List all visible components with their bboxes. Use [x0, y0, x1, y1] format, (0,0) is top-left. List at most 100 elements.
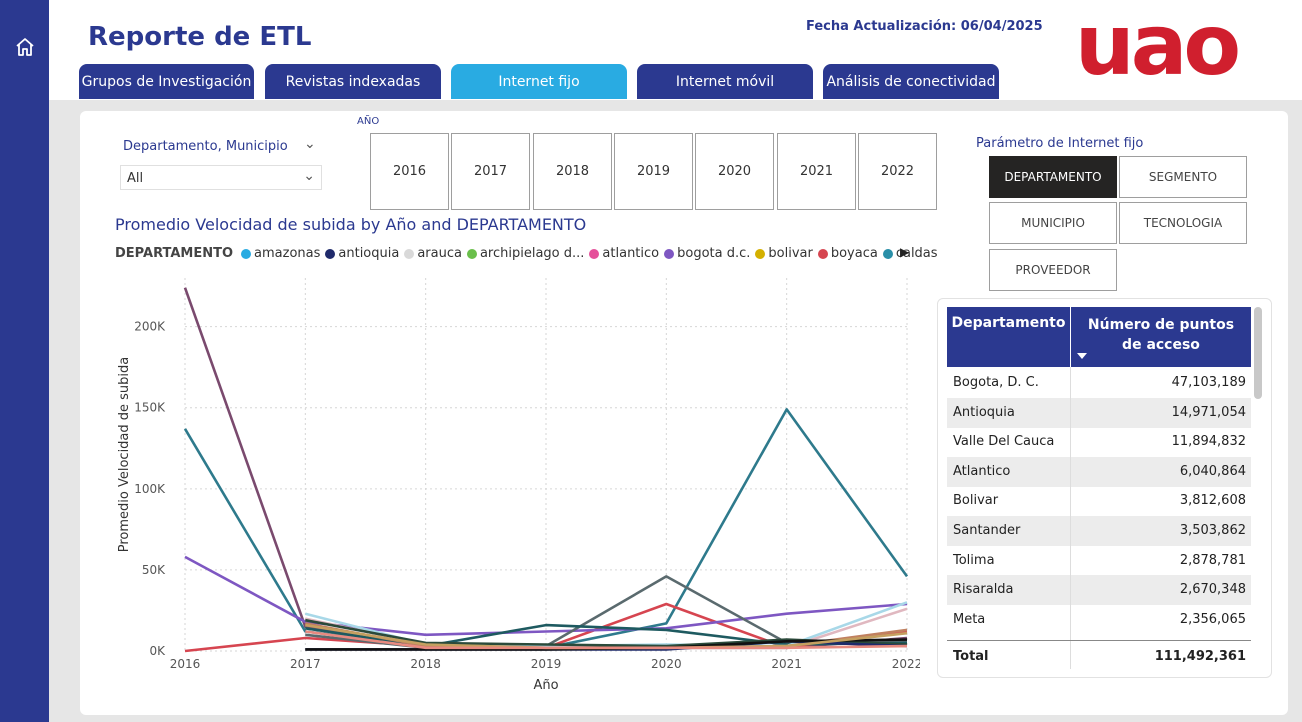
legend-dot-icon	[466, 248, 477, 259]
row-access-points: 11,894,832	[1171, 434, 1246, 450]
x-tick-label: 2018	[410, 657, 441, 671]
param-departamento-button[interactable]: DEPARTAMENTO	[989, 156, 1117, 198]
y-tick-label: 0K	[149, 644, 166, 658]
legend-dot-icon	[817, 248, 828, 259]
tab-analisis-conectividad[interactable]: Análisis de conectividad	[823, 64, 999, 99]
table-scrollbar[interactable]	[1254, 307, 1262, 399]
year-button-2021[interactable]: 2021	[777, 133, 856, 210]
department-filter-value: All	[127, 171, 144, 186]
total-value: 111,492,361	[1154, 649, 1246, 664]
legend-dot-icon	[589, 248, 600, 259]
home-icon[interactable]	[13, 35, 37, 59]
legend-item-label: boyaca	[830, 246, 878, 261]
row-department: Santander	[953, 523, 1021, 538]
year-button-2022[interactable]: 2022	[858, 133, 937, 210]
row-access-points: 3,812,608	[1179, 493, 1246, 509]
chart-legend: DEPARTAMENTO amazonas antioquia arauca arch…	[115, 246, 943, 261]
row-access-points: 2,878,781	[1179, 552, 1246, 568]
legend-item-label: bogota d.c.	[677, 246, 751, 261]
table-header-departamento[interactable]: Departamento	[947, 307, 1070, 367]
y-axis-title: Promedio Velocidad de subida	[117, 357, 132, 553]
legend-item[interactable]: bolivar	[755, 246, 813, 261]
param-proveedor-button[interactable]: PROVEEDOR	[989, 249, 1117, 291]
row-access-points: 2,670,348	[1179, 582, 1246, 598]
tab-internet-movil[interactable]: Internet móvil	[637, 64, 813, 99]
table-row[interactable]: Risaralda 2,670,348	[947, 575, 1251, 606]
legend-dot-icon	[882, 248, 893, 259]
year-button-2016[interactable]: 2016	[370, 133, 449, 210]
row-department: Bolivar	[953, 493, 999, 509]
legend-next-icon[interactable]: ▶	[900, 245, 909, 259]
year-button-2017[interactable]: 2017	[451, 133, 530, 210]
row-access-points: 2,356,065	[1179, 611, 1246, 627]
table-row[interactable]: Santander 3,503,862	[947, 516, 1251, 546]
row-department: Meta	[953, 611, 986, 627]
tab-revistas-indexadas[interactable]: Revistas indexadas	[265, 64, 441, 99]
x-axis-title: Año	[533, 678, 558, 693]
table-row[interactable]: Bogota, D. C. 47,103,189	[947, 368, 1251, 398]
year-button-2019[interactable]: 2019	[614, 133, 693, 210]
chart-title: Promedio Velocidad de subida by Año and …	[115, 215, 587, 234]
department-filter-label: Departamento, Municipio	[123, 139, 288, 154]
table-header-puntos[interactable]: Número de puntos de acceso	[1071, 307, 1251, 367]
legend-item-label: arauca	[417, 246, 462, 261]
legend-item[interactable]: boyaca	[817, 246, 878, 261]
row-department: Tolima	[953, 552, 995, 568]
uao-logo: uao	[1075, 6, 1242, 86]
table-column-divider	[1070, 367, 1071, 669]
row-department: Bogota, D. C.	[953, 375, 1039, 390]
legend-item-label: archipielago d...	[479, 246, 585, 261]
row-access-points: 3,503,862	[1179, 523, 1246, 538]
row-department: Valle Del Cauca	[953, 434, 1055, 450]
legend-item-label: bolivar	[768, 246, 813, 261]
year-button-2018[interactable]: 2018	[533, 133, 612, 210]
legend-item-label: amazonas	[254, 246, 321, 261]
row-department: Risaralda	[953, 582, 1014, 598]
year-slicer-label: AÑO	[357, 116, 380, 127]
param-segmento-button[interactable]: SEGMENTO	[1119, 156, 1247, 198]
legend-dot-icon	[664, 248, 675, 259]
row-department: Atlantico	[953, 463, 1011, 479]
legend-item-label: antioquia	[338, 246, 400, 261]
table-header-puntos-label: Número de puntos de acceso	[1087, 317, 1235, 353]
line-chart: 0K 50K 100K 150K 200K 2016 2017 2018 2019 2020 202…	[117, 278, 920, 693]
param-tecnologia-button[interactable]: TECNOLOGIA	[1119, 202, 1247, 244]
tab-internet-fijo[interactable]: Internet fijo	[451, 64, 627, 99]
department-filter-dropdown[interactable]: All ⌄	[120, 165, 322, 190]
legend-item[interactable]: bogota d.c.	[664, 246, 750, 261]
row-access-points: 6,040,864	[1179, 463, 1246, 479]
x-tick-label: 2021	[771, 657, 802, 671]
chevron-down-icon: ⌄	[303, 168, 315, 184]
table-total-row: Total 111,492,361	[947, 640, 1251, 672]
legend-dot-icon	[755, 248, 766, 259]
legend-item[interactable]: amazonas	[241, 246, 320, 261]
legend-item[interactable]: antioquia	[325, 246, 399, 261]
tab-grupos-investigacion[interactable]: Grupos de Investigación	[79, 64, 254, 99]
param-municipio-button[interactable]: MUNICIPIO	[989, 202, 1117, 244]
table-row[interactable]: Tolima 2,878,781	[947, 546, 1251, 576]
legend-dot-icon	[325, 248, 336, 259]
chevron-down-icon[interactable]: ⌄	[304, 136, 316, 152]
year-button-2020[interactable]: 2020	[695, 133, 774, 210]
sidebar	[0, 0, 49, 722]
x-tick-label: 2019	[531, 657, 562, 671]
table-row[interactable]: Bolivar 3,812,608	[947, 486, 1251, 516]
y-tick-label: 150K	[134, 401, 166, 415]
parameter-label: Parámetro de Internet fijo	[976, 136, 1144, 151]
table-row[interactable]: Atlantico 6,040,864	[947, 456, 1251, 487]
total-label: Total	[953, 649, 989, 664]
page-title: Reporte de ETL	[88, 22, 312, 52]
legend-item[interactable]: archipielago d...	[466, 246, 585, 261]
legend-item[interactable]: caldas	[882, 246, 938, 261]
legend-item[interactable]: atlantico	[589, 246, 659, 261]
svg-text:uao: uao	[1075, 6, 1238, 86]
table-row[interactable]: Valle Del Cauca 11,894,832	[947, 427, 1251, 457]
sort-desc-icon	[1077, 353, 1087, 359]
y-tick-label: 50K	[142, 563, 166, 577]
table-row[interactable]: Meta 2,356,065	[947, 605, 1251, 635]
table-row[interactable]: Antioquia 14,971,054	[947, 397, 1251, 428]
x-tick-label: 2022	[892, 657, 920, 671]
legend-item[interactable]: arauca	[404, 246, 462, 261]
update-date-label: Fecha Actualización: 06/04/2025	[806, 19, 1043, 34]
x-tick-label: 2017	[290, 657, 321, 671]
